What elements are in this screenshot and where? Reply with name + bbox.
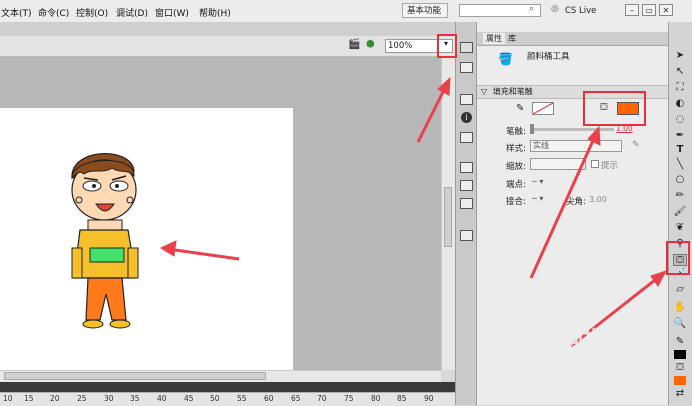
- arrow-head: [437, 76, 451, 96]
- arrow-to-fill-color: [529, 133, 598, 279]
- watermark-url: zhinan.sogou.com: [514, 356, 615, 369]
- sogou-logo-icon: S: [506, 323, 536, 353]
- arrow-to-character: [167, 247, 240, 261]
- arrow-head: [587, 125, 601, 146]
- arrow-head: [650, 270, 668, 287]
- arrow-head: [159, 240, 177, 257]
- watermark-brand: 搜狗指南: [539, 328, 628, 353]
- arrow-to-panel-toggle: [416, 83, 449, 143]
- watermark: S 搜狗指南 zhinan.sogou.com: [506, 322, 627, 369]
